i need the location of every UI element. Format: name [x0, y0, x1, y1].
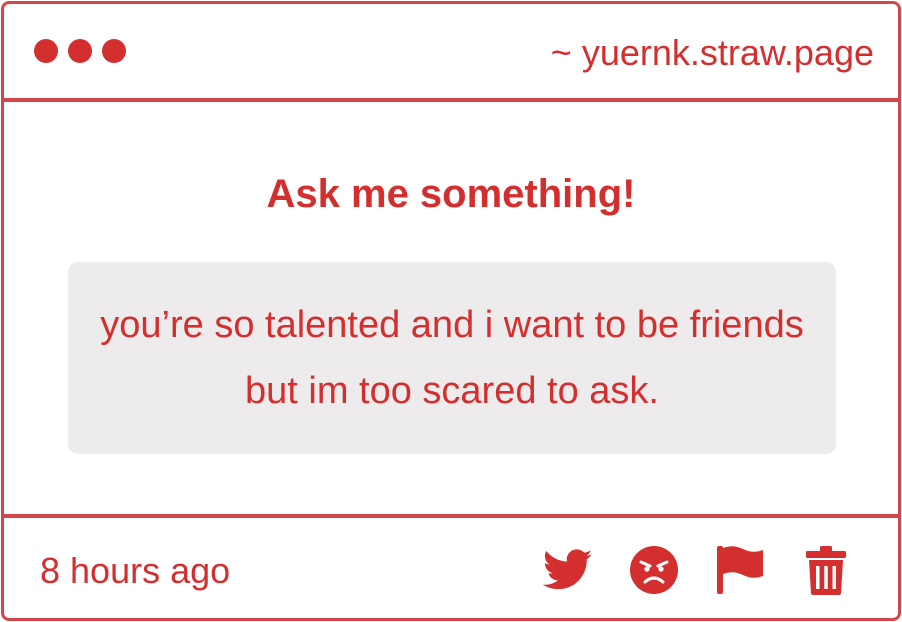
- message-text: you’re so talented and i want to be frie…: [100, 304, 804, 412]
- report-button[interactable]: [714, 544, 766, 596]
- window-controls: [34, 39, 126, 63]
- card-content: Ask me something! you’re so talented and…: [4, 102, 898, 514]
- action-bar: [542, 544, 852, 596]
- flag-icon: [717, 546, 763, 594]
- message-box: you’re so talented and i want to be frie…: [68, 262, 836, 454]
- window-titlebar: ~ yuernk.straw.page: [4, 4, 898, 102]
- question-card: ~ yuernk.straw.page Ask me something! yo…: [1, 1, 901, 621]
- twitter-icon: [543, 549, 593, 590]
- trash-icon: [806, 546, 846, 595]
- window-dot-3: [102, 39, 126, 63]
- timestamp: 8 hours ago: [40, 550, 231, 591]
- window-dot-2: [68, 39, 92, 63]
- block-user-button[interactable]: [628, 544, 680, 596]
- page-url: ~ yuernk.straw.page: [550, 32, 874, 73]
- page-title: Ask me something!: [266, 172, 636, 216]
- window-dot-1: [34, 39, 58, 63]
- share-twitter-button[interactable]: [542, 544, 594, 596]
- angry-face-icon: [630, 546, 678, 594]
- delete-button[interactable]: [800, 544, 852, 596]
- card-footer: 8 hours ago: [4, 514, 898, 622]
